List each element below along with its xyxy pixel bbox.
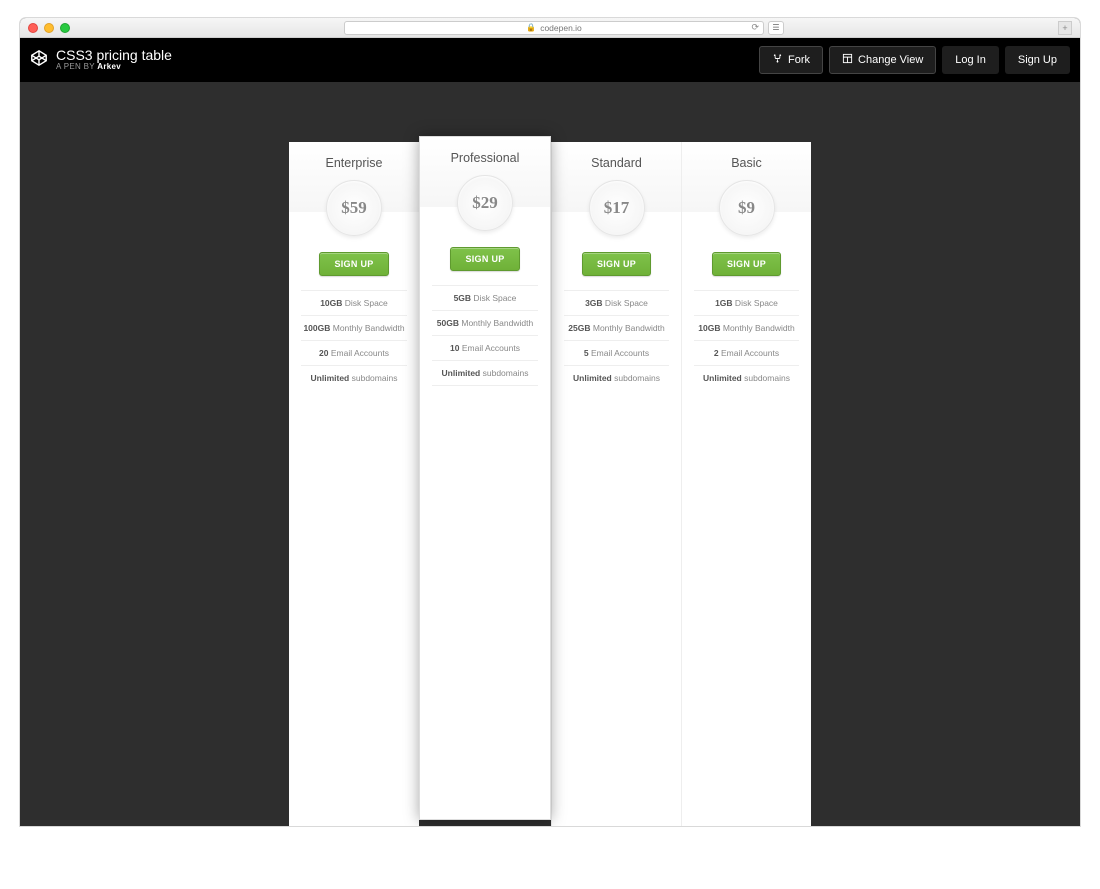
fork-button[interactable]: Fork: [759, 46, 823, 74]
plan-price: $17: [604, 198, 630, 218]
logo-area: CSS3 pricing table A PEN BY Arkev: [30, 48, 172, 72]
feature-row: 3GB Disk Space: [564, 290, 669, 315]
feature-row: Unlimited subdomains: [301, 365, 407, 390]
plan-price: $9: [738, 198, 755, 218]
price-circle: $29: [457, 175, 513, 231]
signup-button[interactable]: Sign Up: [1005, 46, 1070, 74]
plan-name: Professional: [420, 151, 550, 165]
url-bar[interactable]: 🔒 codepen.io ⟳: [344, 21, 764, 35]
fork-icon: [772, 53, 783, 67]
feature-row: 5 Email Accounts: [564, 340, 669, 365]
feature-row: 10 Email Accounts: [432, 335, 538, 360]
feature-row: 50GB Monthly Bandwidth: [432, 310, 538, 335]
plan-price: $29: [472, 193, 498, 213]
pen-title: CSS3 pricing table: [56, 48, 172, 63]
zoom-icon[interactable]: [60, 23, 70, 33]
plan-name: Basic: [682, 156, 811, 170]
plan-signup-button[interactable]: SIGN UP: [712, 252, 781, 276]
close-icon[interactable]: [28, 23, 38, 33]
plan-price: $59: [341, 198, 367, 218]
pricing-card: Standard $17 SIGN UP 3GB Disk Space25GB Mon…: [551, 142, 681, 826]
change-view-button[interactable]: Change View: [829, 46, 936, 74]
url-host: codepen.io: [540, 23, 582, 33]
feature-row: 1GB Disk Space: [694, 290, 799, 315]
browser-window: 🔒 codepen.io ⟳ ☰ + CSS3 pricing table: [20, 18, 1080, 826]
price-circle: $59: [326, 180, 382, 236]
pricing-card: Professional $29 SIGN UP 5GB Disk Space50GB…: [419, 136, 551, 820]
plan-signup-button[interactable]: SIGN UP: [450, 247, 519, 271]
feature-row: 100GB Monthly Bandwidth: [301, 315, 407, 340]
titlebar: 🔒 codepen.io ⟳ ☰ +: [20, 18, 1080, 38]
reload-icon[interactable]: ⟳: [751, 22, 759, 33]
login-button[interactable]: Log In: [942, 46, 999, 74]
plan-name: Standard: [552, 156, 681, 170]
codepen-logo-icon: [30, 49, 48, 72]
feature-row: 25GB Monthly Bandwidth: [564, 315, 669, 340]
feature-row: 5GB Disk Space: [432, 285, 538, 310]
plan-signup-button[interactable]: SIGN UP: [319, 252, 388, 276]
plan-name: Enterprise: [289, 156, 419, 170]
layout-icon: [842, 53, 853, 67]
feature-row: 10GB Disk Space: [301, 290, 407, 315]
feature-row: 2 Email Accounts: [694, 340, 799, 365]
pen-author[interactable]: Arkev: [97, 62, 121, 71]
price-circle: $9: [719, 180, 775, 236]
traffic-lights: [28, 23, 70, 33]
pricing-table: Enterprise $59 SIGN UP 10GB Disk Space100GB…: [289, 142, 811, 826]
new-tab-button[interactable]: +: [1058, 21, 1072, 35]
pricing-card: Basic $9 SIGN UP 1GB Disk Space10GB Monthly…: [681, 142, 811, 826]
plan-signup-button[interactable]: SIGN UP: [582, 252, 651, 276]
feature-row: Unlimited subdomains: [432, 360, 538, 386]
content-area: Enterprise $59 SIGN UP 10GB Disk Space100GB…: [20, 82, 1080, 826]
pen-subtitle: A PEN BY Arkev: [56, 63, 172, 72]
feature-row: Unlimited subdomains: [694, 365, 799, 390]
reader-button[interactable]: ☰: [768, 21, 784, 35]
minimize-icon[interactable]: [44, 23, 54, 33]
price-circle: $17: [589, 180, 645, 236]
feature-row: 10GB Monthly Bandwidth: [694, 315, 799, 340]
pricing-card: Enterprise $59 SIGN UP 10GB Disk Space100GB…: [289, 142, 419, 826]
lock-icon: 🔒: [526, 23, 536, 32]
feature-row: Unlimited subdomains: [564, 365, 669, 390]
app-header: CSS3 pricing table A PEN BY Arkev Fork C…: [20, 38, 1080, 82]
feature-row: 20 Email Accounts: [301, 340, 407, 365]
